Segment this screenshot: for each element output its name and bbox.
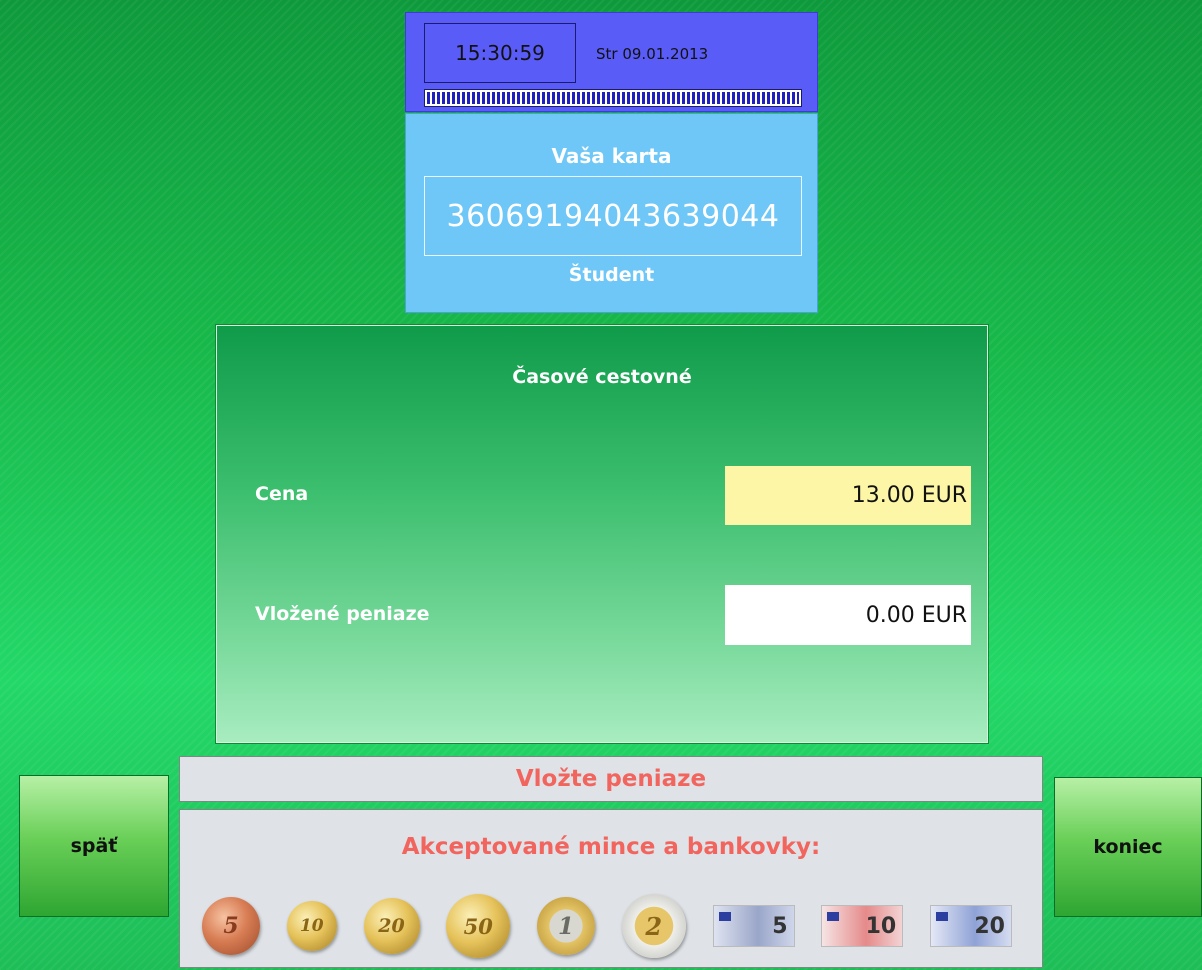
card-panel: Vaša karta 3606919404363904​4 Študent xyxy=(405,113,818,313)
clock-date: Str 09.01.2013 xyxy=(596,45,709,63)
banknote-5-euro-icon: 5 xyxy=(712,905,795,947)
timeout-progress-fill xyxy=(427,92,799,104)
coin-5-cent-icon: 5 xyxy=(202,897,260,955)
card-type: Študent xyxy=(568,264,655,286)
inserted-money-label: Vložené peniaze xyxy=(255,603,430,625)
price-label: Cena xyxy=(255,483,309,505)
coin-10-cent-icon: 10 xyxy=(286,901,337,951)
coin-2-euro-icon: 2 xyxy=(621,894,686,958)
coin-50-cent-icon: 50 xyxy=(446,894,511,958)
clock-time: 15:30:59 xyxy=(424,23,576,83)
accepted-money-panel: Akceptované mince a bankovky: 5 10 20 50… xyxy=(179,809,1043,968)
instruction-message: Vložte peniaze xyxy=(179,756,1043,802)
end-button[interactable]: koniec xyxy=(1054,777,1202,917)
clock-panel: 15:30:59 Str 09.01.2013 xyxy=(405,12,818,112)
fare-panel: Časové cestovné Cena 13.00 EUR Vložené p… xyxy=(216,325,988,743)
card-number: 3606919404363904​4 xyxy=(424,176,802,256)
fare-title: Časové cestovné xyxy=(512,366,692,388)
price-value: 13.00 EUR xyxy=(725,466,971,525)
accepted-money-title: Akceptované mince a bankovky: xyxy=(401,834,821,860)
accepted-money-row: 5 10 20 50 1 2 5 10 20 xyxy=(202,890,1022,962)
banknote-10-euro-icon: 10 xyxy=(821,905,904,947)
timeout-progress-bar xyxy=(424,89,802,107)
banknote-20-euro-icon: 20 xyxy=(930,905,1012,947)
coin-1-euro-icon: 1 xyxy=(537,897,595,955)
back-button[interactable]: späť xyxy=(19,775,169,917)
coin-20-cent-icon: 20 xyxy=(363,898,420,954)
inserted-money-value: 0.00 EUR xyxy=(725,585,971,645)
card-title: Vaša karta xyxy=(551,144,672,168)
